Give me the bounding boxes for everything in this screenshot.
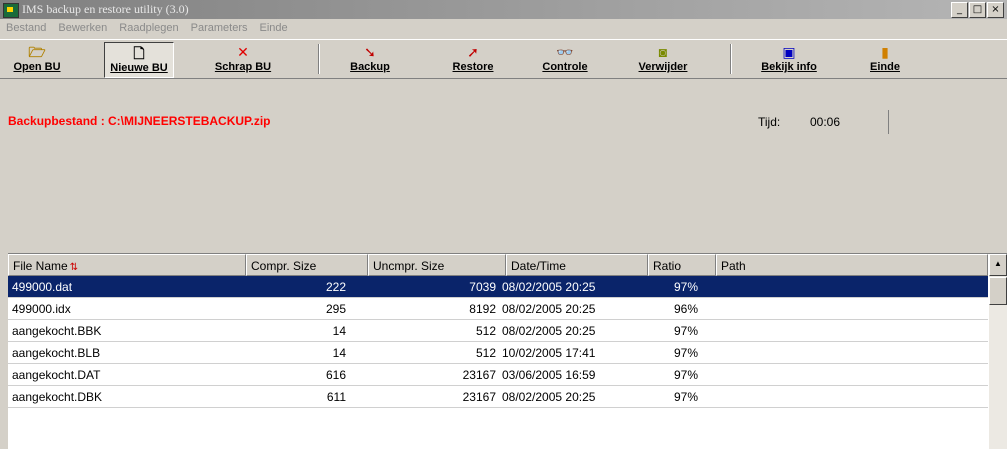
cell-compr-size: 611 bbox=[326, 390, 346, 404]
column-date-time[interactable]: Date/Time bbox=[506, 254, 648, 276]
open-folder-icon: 🗁 bbox=[28, 44, 46, 60]
cell-date-time: 08/02/2005 20:25 bbox=[502, 280, 596, 294]
binoculars-icon: 👓 bbox=[556, 44, 574, 60]
tijd-label: Tijd: bbox=[758, 115, 781, 129]
cell-ratio: 97% bbox=[673, 390, 698, 404]
backup-file-label: Backupbestand : C:\MIJNEERSTEBACKUP.zip bbox=[8, 114, 271, 128]
cell-uncmpr-size: 23167 bbox=[462, 390, 496, 404]
controle-label: Controle bbox=[542, 61, 588, 73]
menu-raadplegen[interactable]: Raadplegen bbox=[113, 20, 184, 38]
new-document-icon: 🗋 bbox=[133, 45, 145, 61]
cell-file-name: 499000.dat bbox=[12, 280, 73, 294]
restore-button[interactable]: ➚ Restore bbox=[440, 42, 506, 76]
einde-label: Einde bbox=[870, 61, 900, 73]
cell-date-time: 08/02/2005 20:25 bbox=[502, 302, 596, 316]
schrap-bu-label: Schrap BU bbox=[214, 61, 272, 73]
minimize-button[interactable]: _ bbox=[951, 2, 968, 18]
cell-ratio: 97% bbox=[673, 324, 698, 338]
bekijk-info-label: Bekijk info bbox=[761, 61, 817, 73]
menu-einde[interactable]: Einde bbox=[254, 20, 294, 38]
menu-bewerken[interactable]: Bewerken bbox=[52, 20, 113, 38]
close-button[interactable]: × bbox=[987, 2, 1004, 18]
open-bu-button[interactable]: 🗁 Open BU bbox=[6, 42, 68, 76]
backup-button[interactable]: ➘ Backup bbox=[340, 42, 400, 76]
open-bu-label: Open BU bbox=[13, 61, 61, 73]
cell-file-name: aangekocht.BBK bbox=[12, 324, 102, 338]
toolbar-separator bbox=[730, 44, 732, 74]
backup-arrow-icon: ➘ bbox=[364, 44, 376, 60]
cell-ratio: 96% bbox=[673, 302, 698, 316]
cell-uncmpr-size: 512 bbox=[475, 346, 496, 360]
cell-file-name: aangekocht.DAT bbox=[12, 368, 101, 382]
table-row[interactable]: aangekocht.BBK 14 512 08/02/2005 20:25 9… bbox=[8, 320, 988, 342]
remove-icon: ◙ bbox=[658, 44, 668, 60]
column-file-name-label: File Name bbox=[13, 259, 68, 273]
verwijder-button[interactable]: ◙ Verwijder bbox=[626, 42, 700, 76]
column-path[interactable]: Path bbox=[716, 254, 988, 276]
vertical-scrollbar[interactable]: ▲ bbox=[989, 254, 1007, 449]
app-icon bbox=[3, 3, 19, 18]
cell-ratio: 97% bbox=[673, 346, 698, 360]
column-ratio[interactable]: Ratio bbox=[648, 254, 716, 276]
cell-file-name: aangekocht.BLB bbox=[12, 346, 101, 360]
cell-ratio: 97% bbox=[673, 368, 698, 382]
cell-uncmpr-size: 23167 bbox=[462, 368, 496, 382]
scroll-thumb[interactable] bbox=[989, 277, 1007, 305]
restore-label: Restore bbox=[452, 61, 494, 73]
window-title: IMS backup en restore utility (3.0) bbox=[22, 2, 189, 16]
cell-file-name: 499000.idx bbox=[12, 302, 71, 316]
toolbar-separator bbox=[318, 44, 320, 74]
info-icon: ▣ bbox=[782, 44, 796, 60]
column-compr-size[interactable]: Compr. Size bbox=[246, 254, 368, 276]
cell-ratio: 97% bbox=[673, 280, 698, 294]
maximize-button[interactable]: □ bbox=[969, 2, 986, 18]
cell-date-time: 03/06/2005 16:59 bbox=[502, 368, 596, 382]
schrap-bu-button[interactable]: ✕ Schrap BU bbox=[212, 42, 274, 76]
menu-parameters[interactable]: Parameters bbox=[185, 20, 254, 38]
cell-date-time: 10/02/2005 17:41 bbox=[502, 346, 596, 360]
controle-button[interactable]: 👓 Controle bbox=[530, 42, 600, 76]
delete-x-icon: ✕ bbox=[237, 44, 249, 60]
nieuwe-bu-button[interactable]: 🗋 Nieuwe BU bbox=[104, 42, 174, 78]
cell-compr-size: 14 bbox=[332, 324, 346, 338]
table-row[interactable]: aangekocht.BLB 14 512 10/02/2005 17:41 9… bbox=[8, 342, 988, 364]
cell-date-time: 08/02/2005 20:25 bbox=[502, 390, 596, 404]
title-bar: IMS backup en restore utility (3.0) _ □ … bbox=[0, 0, 1007, 19]
cell-compr-size: 295 bbox=[325, 302, 346, 316]
menu-bar: Bestand Bewerken Raadplegen Parameters E… bbox=[0, 20, 1007, 38]
cell-file-name: aangekocht.DBK bbox=[12, 390, 103, 404]
toolbar: 🗁 Open BU 🗋 Nieuwe BU ✕ Schrap BU ➘ Back… bbox=[0, 39, 1007, 79]
cell-compr-size: 222 bbox=[325, 280, 346, 294]
cell-compr-size: 14 bbox=[332, 346, 346, 360]
column-uncmpr-size[interactable]: Uncmpr. Size bbox=[368, 254, 506, 276]
info-panel: Backupbestand : C:\MIJNEERSTEBACKUP.zip … bbox=[8, 80, 908, 250]
restore-arrow-icon: ➚ bbox=[467, 44, 479, 60]
table-row[interactable]: aangekocht.DBK 611 23167 08/02/2005 20:2… bbox=[8, 386, 988, 408]
bekijk-info-button[interactable]: ▣ Bekijk info bbox=[748, 42, 830, 76]
menu-bestand[interactable]: Bestand bbox=[0, 20, 52, 38]
table-row[interactable]: aangekocht.DAT 616 23167 03/06/2005 16:5… bbox=[8, 364, 988, 386]
cell-uncmpr-size: 7039 bbox=[469, 280, 496, 294]
scroll-up-button[interactable]: ▲ bbox=[989, 254, 1007, 276]
column-file-name[interactable]: File Name ⇅ bbox=[8, 254, 246, 276]
cell-compr-size: 616 bbox=[325, 368, 346, 382]
cell-uncmpr-size: 512 bbox=[475, 324, 496, 338]
backup-label: Backup bbox=[350, 61, 390, 73]
table-header: File Name ⇅ Compr. Size Uncmpr. Size Date… bbox=[8, 254, 988, 276]
cell-date-time: 08/02/2005 20:25 bbox=[502, 324, 596, 338]
verwijder-label: Verwijder bbox=[638, 61, 688, 73]
einde-button[interactable]: ▮ Einde bbox=[862, 42, 908, 76]
nieuwe-bu-label: Nieuwe BU bbox=[110, 62, 168, 74]
tijd-value: 00:06 bbox=[810, 115, 841, 129]
table-row[interactable]: 499000.dat 222 7039 08/02/2005 20:25 97% bbox=[8, 276, 988, 298]
table-row[interactable]: 499000.idx 295 8192 08/02/2005 20:25 96% bbox=[8, 298, 988, 320]
file-table: File Name ⇅ Compr. Size Uncmpr. Size Date… bbox=[8, 253, 1007, 449]
exit-door-icon: ▮ bbox=[881, 44, 889, 60]
tijd-divider bbox=[888, 110, 909, 134]
cell-uncmpr-size: 8192 bbox=[469, 302, 496, 316]
